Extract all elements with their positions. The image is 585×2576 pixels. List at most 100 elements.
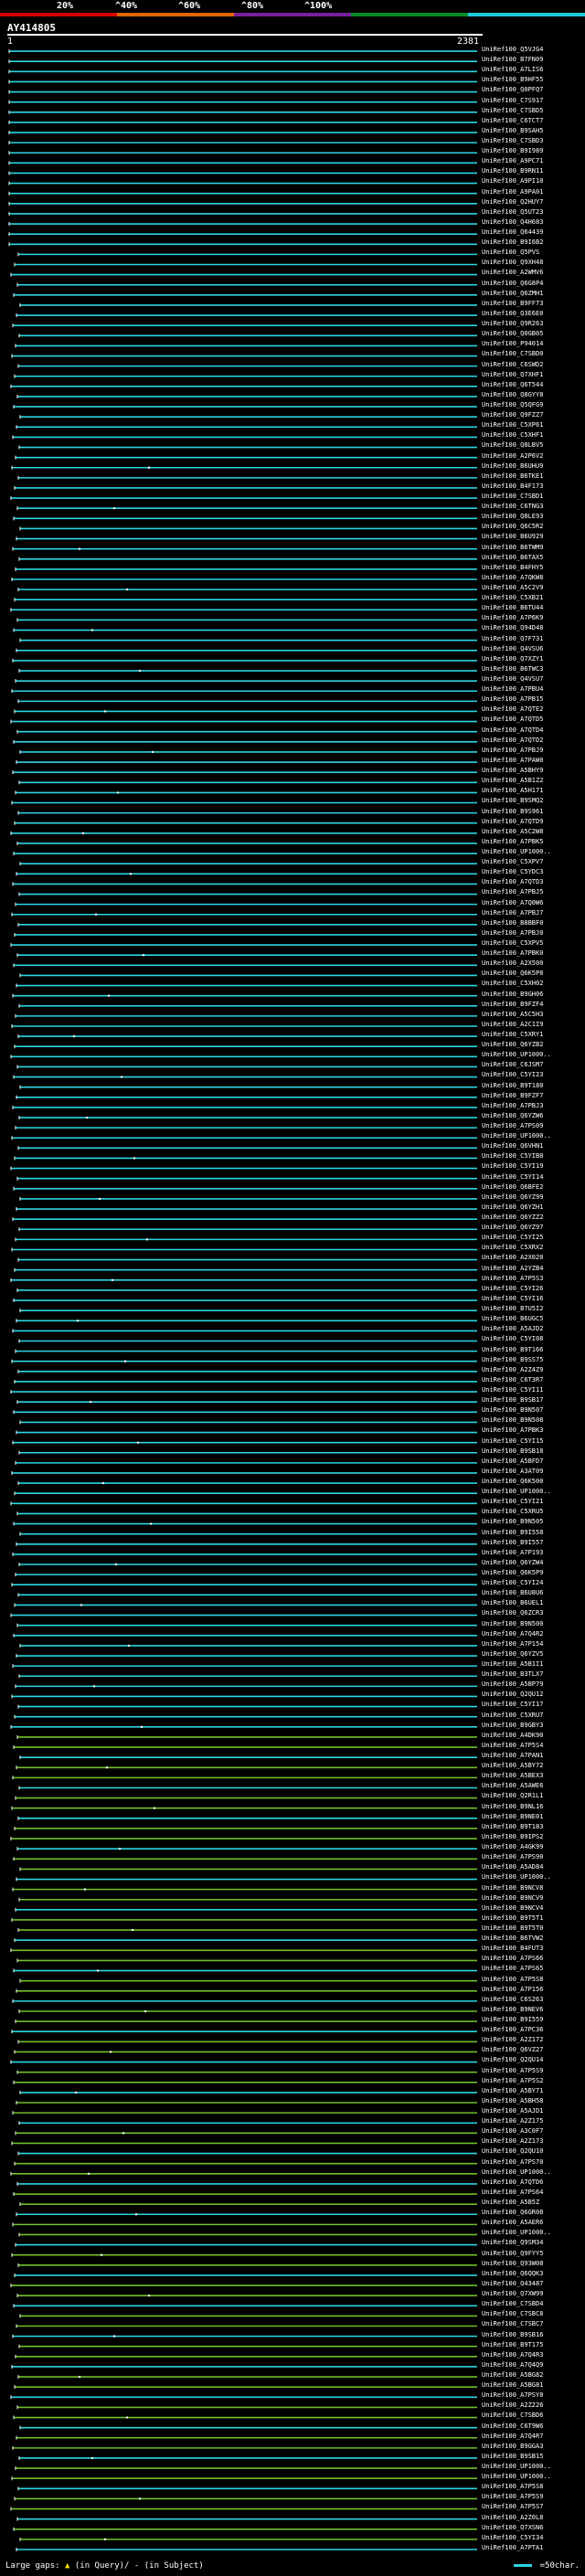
- hit-label[interactable]: UniRef100_A5BHY9: [482, 767, 543, 774]
- hit-label[interactable]: UniRef100_A7PBK0: [482, 949, 543, 957]
- hit-label[interactable]: UniRef100_A5AD84: [482, 1863, 543, 1871]
- hit-label[interactable]: UniRef100_Q9FZZ7: [482, 411, 543, 419]
- hit-label[interactable]: UniRef100_A7P5S9: [482, 2493, 543, 2500]
- hit-label[interactable]: UniRef100_A7PC36: [482, 2026, 543, 2033]
- hit-label[interactable]: UniRef100_Q2QU12: [482, 1691, 543, 1698]
- hit-label[interactable]: UniRef100_B6TWM9: [482, 544, 543, 551]
- hit-label[interactable]: UniRef100_A5C2W8: [482, 828, 543, 835]
- hit-label[interactable]: UniRef100_A5BP79: [482, 1680, 543, 1688]
- hit-label[interactable]: UniRef100_C5YDC3: [482, 868, 543, 875]
- hit-label[interactable]: UniRef100_Q7XW99: [482, 2290, 543, 2297]
- hit-label[interactable]: UniRef100_C5YI17: [482, 1701, 543, 1708]
- hit-label[interactable]: UniRef100_C5XRU5: [482, 1508, 543, 1515]
- hit-label[interactable]: UniRef100_B4F173: [482, 482, 543, 490]
- hit-label[interactable]: UniRef100_B9T5T0: [482, 1924, 543, 1932]
- hit-label[interactable]: UniRef100_A3AT09: [482, 1468, 543, 1475]
- hit-label[interactable]: UniRef100_B7U5I2: [482, 1305, 543, 1312]
- hit-label[interactable]: UniRef100_B9I558: [482, 1529, 543, 1536]
- hit-label[interactable]: UniRef100_Q2HUY7: [482, 198, 543, 206]
- hit-label[interactable]: UniRef100_A4DK90: [482, 1732, 543, 1739]
- hit-label[interactable]: UniRef100_B9I6B2: [482, 239, 543, 246]
- hit-label[interactable]: UniRef100_A7P6K9: [482, 614, 543, 621]
- hit-label[interactable]: UniRef100_B9T5T1: [482, 1914, 543, 1922]
- hit-label[interactable]: UniRef100_B6UEL1: [482, 1599, 543, 1606]
- hit-label[interactable]: UniRef100_C5YI25: [482, 1234, 543, 1241]
- hit-label[interactable]: UniRef100_B9N507: [482, 1406, 543, 1414]
- hit-label[interactable]: UniRef100_B4FHY5: [482, 564, 543, 571]
- hit-label[interactable]: UniRef100_B9T175: [482, 2341, 543, 2348]
- hit-label[interactable]: UniRef100_UP1000..: [482, 1488, 551, 1495]
- hit-label[interactable]: UniRef100_Q6ZCR3: [482, 1609, 543, 1617]
- hit-label[interactable]: UniRef100_A7PAW0: [482, 757, 543, 764]
- hit-label[interactable]: UniRef100_B6U929: [482, 533, 543, 540]
- hit-label[interactable]: UniRef100_A7Q0W6: [482, 899, 543, 906]
- hit-label[interactable]: UniRef100_A7PAN1: [482, 1752, 543, 1759]
- hit-label[interactable]: UniRef100_UP1000..: [482, 2229, 551, 2236]
- hit-label[interactable]: UniRef100_P94014: [482, 340, 543, 347]
- hit-label[interactable]: UniRef100_A5C2V9: [482, 584, 543, 591]
- hit-label[interactable]: UniRef100_C6T9W6: [482, 2422, 543, 2430]
- hit-label[interactable]: UniRef100_Q2QU14: [482, 2056, 543, 2063]
- hit-label[interactable]: UniRef100_B6TKE1: [482, 472, 543, 480]
- hit-label[interactable]: UniRef100_Q6K5P9: [482, 1569, 543, 1576]
- hit-label[interactable]: UniRef100_B6UHU9: [482, 462, 543, 470]
- hit-label[interactable]: UniRef100_C5XRY1: [482, 1031, 543, 1038]
- hit-label[interactable]: UniRef100_UP1000..: [482, 2168, 551, 2176]
- hit-label[interactable]: UniRef100_A5BG81: [482, 2381, 543, 2389]
- hit-label[interactable]: UniRef100_C7S917: [482, 97, 543, 104]
- hit-label[interactable]: UniRef100_A7PBJ3: [482, 1102, 543, 1109]
- hit-label[interactable]: UniRef100_A7Q4R2: [482, 1630, 543, 1638]
- hit-label[interactable]: UniRef100_A7PBJ0: [482, 929, 543, 937]
- hit-label[interactable]: UniRef100_Q4VSU6: [482, 645, 543, 652]
- hit-label[interactable]: UniRef100_A7PSY8: [482, 2391, 543, 2399]
- hit-label[interactable]: UniRef100_C6SWD2: [482, 361, 543, 368]
- hit-label[interactable]: UniRef100_Q6VZ27: [482, 2046, 543, 2053]
- hit-label[interactable]: UniRef100_Q7F731: [482, 635, 543, 642]
- hit-label[interactable]: UniRef100_B9IPS2: [482, 1833, 543, 1840]
- hit-label[interactable]: UniRef100_A2WMV6: [482, 269, 543, 276]
- hit-label[interactable]: UniRef100_A2X020: [482, 1254, 543, 1261]
- hit-label[interactable]: UniRef100_B9FZF4: [482, 1001, 543, 1008]
- hit-label[interactable]: UniRef100_Q8LBV5: [482, 441, 543, 449]
- hit-label[interactable]: UniRef100_A7P5S2: [482, 2077, 543, 2084]
- hit-label[interactable]: UniRef100_A7P5S7: [482, 2503, 543, 2510]
- hit-label[interactable]: UniRef100_A5B1I1: [482, 1660, 543, 1668]
- hit-label[interactable]: UniRef100_A2Z173: [482, 2137, 543, 2145]
- hit-label[interactable]: UniRef100_A7PS66: [482, 1955, 543, 1962]
- hit-label[interactable]: UniRef100_B9RN11: [482, 167, 543, 175]
- hit-label[interactable]: UniRef100_C7SBD0: [482, 350, 543, 357]
- hit-label[interactable]: UniRef100_Q5VJG4: [482, 46, 543, 53]
- hit-label[interactable]: UniRef100_A2X500: [482, 959, 543, 967]
- hit-label[interactable]: UniRef100_A5BH58: [482, 2097, 543, 2104]
- hit-label[interactable]: UniRef100_A5AJD1: [482, 2107, 543, 2115]
- hit-label[interactable]: UniRef100_A7PBU4: [482, 685, 543, 693]
- hit-label[interactable]: UniRef100_A5C5H3: [482, 1011, 543, 1018]
- hit-label[interactable]: UniRef100_A4GK99: [482, 1843, 543, 1850]
- hit-label[interactable]: UniRef100_C5XPV5: [482, 939, 543, 947]
- hit-label[interactable]: UniRef100_C5YI19: [482, 1162, 543, 1170]
- hit-label[interactable]: UniRef100_Q7XSN6: [482, 2524, 543, 2531]
- hit-label[interactable]: UniRef100_Q7XZY1: [482, 655, 543, 663]
- hit-label[interactable]: UniRef100_A9PC71: [482, 157, 543, 164]
- hit-label[interactable]: UniRef100_C5YI08: [482, 1335, 543, 1342]
- hit-label[interactable]: UniRef100_B8BBF0: [482, 919, 543, 927]
- hit-label[interactable]: UniRef100_Q43487: [482, 2280, 543, 2287]
- hit-label[interactable]: UniRef100_A2Z226: [482, 2401, 543, 2409]
- hit-label[interactable]: UniRef100_C5YI21: [482, 1498, 543, 1505]
- hit-label[interactable]: UniRef100_A7PB15: [482, 695, 543, 703]
- hit-label[interactable]: UniRef100_A7QKW8: [482, 574, 543, 581]
- hit-label[interactable]: UniRef100_Q5UT23: [482, 208, 543, 216]
- hit-label[interactable]: UniRef100_B6UGC5: [482, 1315, 543, 1322]
- hit-label[interactable]: UniRef100_A7PS70: [482, 2158, 543, 2166]
- hit-label[interactable]: UniRef100_A5AER6: [482, 2219, 543, 2226]
- hit-label[interactable]: UniRef100_Q6ZMH1: [482, 290, 543, 297]
- hit-label[interactable]: UniRef100_Q9SM34: [482, 2239, 543, 2246]
- hit-label[interactable]: UniRef100_A2C1I9: [482, 1021, 543, 1028]
- hit-label[interactable]: UniRef100_B6TVW2: [482, 1935, 543, 1942]
- hit-label[interactable]: UniRef100_B9T183: [482, 1823, 543, 1830]
- hit-label[interactable]: UniRef100_Q8LE93: [482, 513, 543, 520]
- hit-label[interactable]: UniRef100_A9PI10: [482, 177, 543, 185]
- hit-label[interactable]: UniRef100_A7PTA1: [482, 2544, 543, 2551]
- hit-label[interactable]: UniRef100_B9N508: [482, 1416, 543, 1424]
- hit-label[interactable]: UniRef100_C7SBC7: [482, 2320, 543, 2327]
